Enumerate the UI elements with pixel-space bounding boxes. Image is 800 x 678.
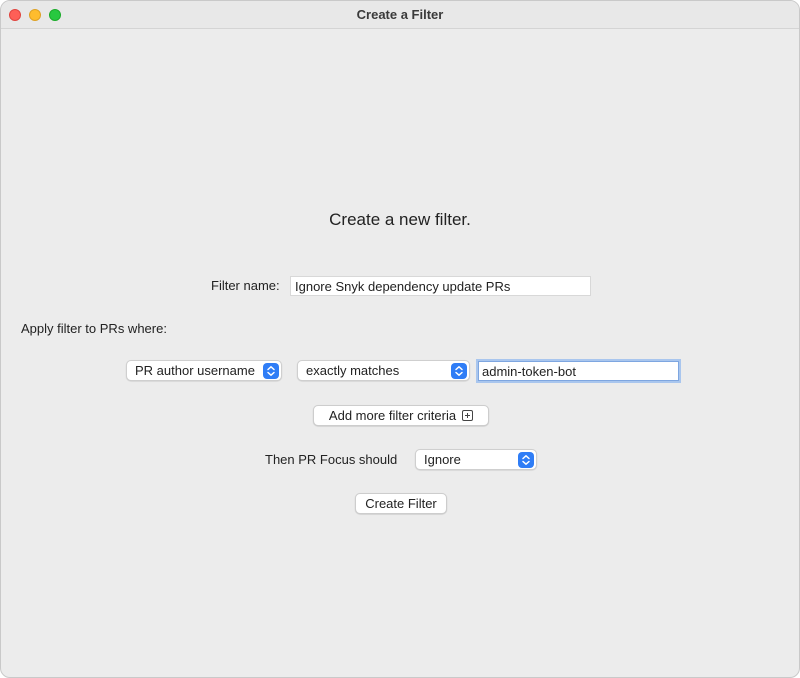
criteria-operator-popup[interactable]: exactly matches xyxy=(297,360,470,381)
up-down-chevron-icon xyxy=(451,363,467,379)
apply-filter-label: Apply filter to PRs where: xyxy=(21,321,167,336)
filter-name-label: Filter name: xyxy=(211,278,280,293)
criteria-field-popup[interactable]: PR author username xyxy=(126,360,282,381)
window-title: Create a Filter xyxy=(356,7,444,22)
title-bar: Create a Filter xyxy=(1,1,799,29)
add-criteria-button[interactable]: Add more filter criteria xyxy=(313,405,489,426)
criteria-field-value: PR author username xyxy=(135,363,255,378)
action-value: Ignore xyxy=(424,452,461,467)
criteria-operator-value: exactly matches xyxy=(306,363,400,378)
action-popup[interactable]: Ignore xyxy=(415,449,537,470)
create-filter-window: Create a Filter Create a new filter. Fil… xyxy=(0,0,800,678)
form-heading: Create a new filter. xyxy=(329,210,471,229)
criteria-value-input[interactable] xyxy=(478,361,679,381)
action-label: Then PR Focus should xyxy=(265,452,398,467)
up-down-chevron-icon xyxy=(518,452,534,468)
up-down-chevron-icon xyxy=(263,363,279,379)
add-criteria-label: Add more filter criteria xyxy=(328,408,457,423)
create-filter-button[interactable]: Create Filter xyxy=(355,493,447,514)
plus-square-icon xyxy=(462,410,474,421)
filter-name-input[interactable] xyxy=(290,276,591,296)
